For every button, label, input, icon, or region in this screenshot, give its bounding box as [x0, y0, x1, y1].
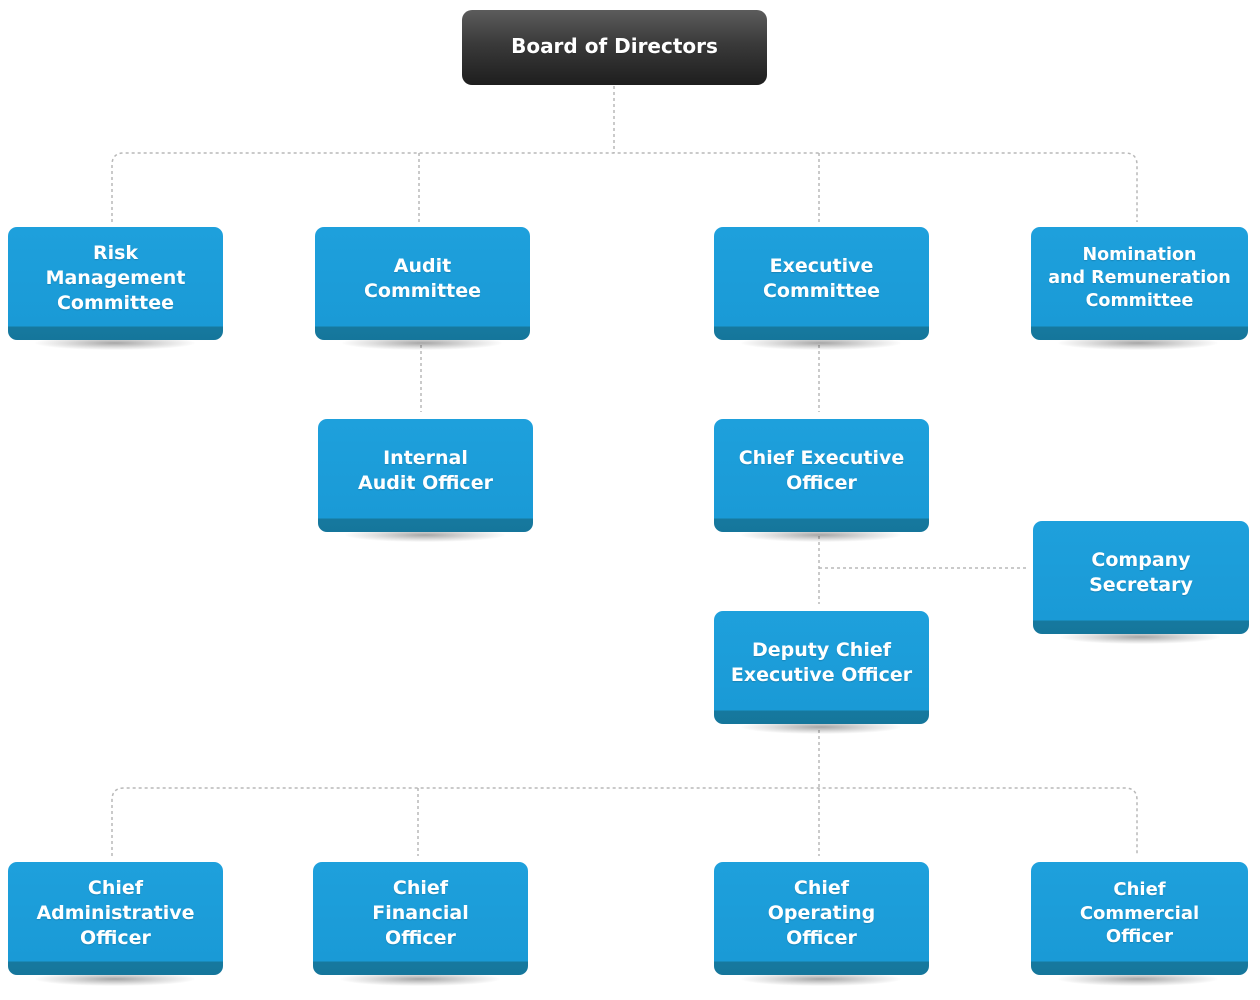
node-label: Chief Operating Officer — [767, 877, 876, 949]
node-chief-financial-officer: Chief Financial Officer — [313, 862, 528, 975]
node-audit-committee: Audit Committee — [315, 227, 530, 340]
node-executive-committee: Executive Committee — [714, 227, 929, 340]
node-deputy-chief-executive-officer: Deputy Chief Executive Officer — [714, 611, 929, 724]
node-label: Deputy Chief Executive Officer — [730, 638, 913, 686]
node-company-secretary: Company Secretary — [1033, 521, 1249, 634]
node-label: Risk Management Committee — [45, 242, 186, 314]
node-label: Nomination and Remuneration Committee — [1048, 245, 1231, 311]
node-label: Chief Administrative Officer — [36, 877, 195, 949]
node-chief-executive-officer: Chief Executive Officer — [714, 419, 929, 532]
node-label: Chief Executive Officer — [738, 446, 905, 494]
connector-committee-bus — [111, 152, 1138, 222]
node-internal-audit-officer: Internal Audit Officer — [318, 419, 533, 532]
node-label: Audit Committee — [363, 254, 482, 302]
node-label: Internal Audit Officer — [358, 446, 493, 494]
node-label: Chief Financial Officer — [372, 877, 469, 949]
connector-chiefs-bus — [111, 787, 1138, 856]
node-label: Company Secretary — [1089, 548, 1193, 596]
node-label: Executive Committee — [762, 254, 881, 302]
node-risk-management-committee: Risk Management Committee — [8, 227, 223, 340]
node-chief-operating-officer: Chief Operating Officer — [714, 862, 929, 975]
connector-lines — [111, 86, 1138, 856]
node-label: Chief Commercial Officer — [1079, 879, 1200, 948]
node-label: Board of Directors — [511, 33, 718, 58]
node-chief-commercial-officer: Chief Commercial Officer — [1031, 862, 1248, 975]
node-nomination-remuneration-committee: Nomination and Remuneration Committee — [1031, 227, 1248, 340]
node-chief-administrative-officer: Chief Administrative Officer — [8, 862, 223, 975]
node-board-of-directors: Board of Directors — [462, 10, 767, 85]
